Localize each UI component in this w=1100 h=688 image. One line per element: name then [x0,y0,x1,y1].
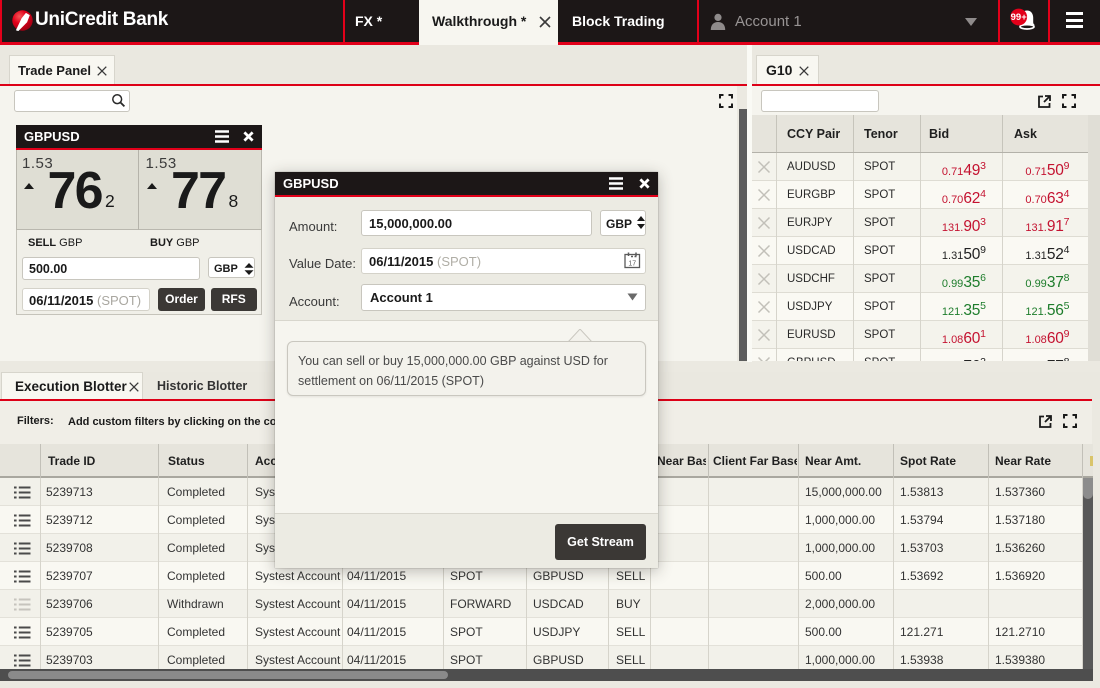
svg-text:17: 17 [628,261,636,268]
svg-text:99+: 99+ [1011,12,1028,23]
